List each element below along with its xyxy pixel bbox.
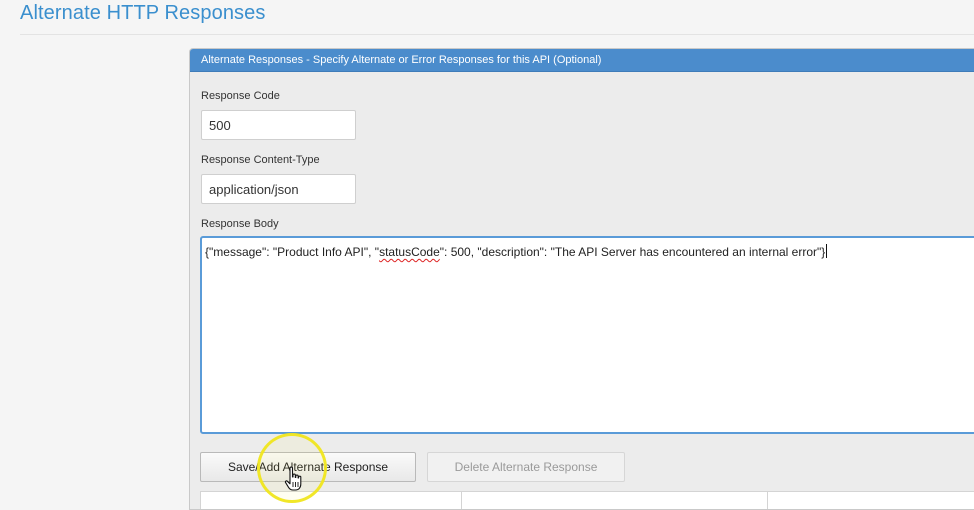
table-column-divider bbox=[767, 492, 768, 509]
response-body-label: Response Body bbox=[201, 218, 279, 230]
title-divider bbox=[20, 34, 974, 35]
text-caret bbox=[826, 244, 828, 258]
response-code-label: Response Code bbox=[201, 90, 280, 102]
alternate-responses-panel: Alternate Responses - Specify Alternate … bbox=[189, 48, 974, 510]
save-add-alternate-response-button[interactable]: Save/Add Alternate Response bbox=[200, 452, 416, 482]
content-type-label: Response Content-Type bbox=[201, 154, 320, 166]
delete-alternate-response-button[interactable]: Delete Alternate Response bbox=[427, 452, 625, 482]
alternate-responses-table bbox=[200, 491, 974, 509]
body-text-start: {"message": "Product Info API", " bbox=[205, 245, 380, 259]
spellcheck-flagged-word: statusCode bbox=[379, 245, 440, 259]
response-body-textarea[interactable]: {"message": "Product Info API", "statusC… bbox=[200, 236, 974, 434]
page-title: Alternate HTTP Responses bbox=[20, 2, 266, 24]
response-code-input[interactable] bbox=[201, 110, 356, 140]
body-text-end: ": 500, "description": "The API Server h… bbox=[439, 245, 826, 259]
content-type-input[interactable] bbox=[201, 174, 356, 204]
panel-header: Alternate Responses - Specify Alternate … bbox=[190, 49, 974, 72]
table-column-divider bbox=[461, 492, 462, 509]
